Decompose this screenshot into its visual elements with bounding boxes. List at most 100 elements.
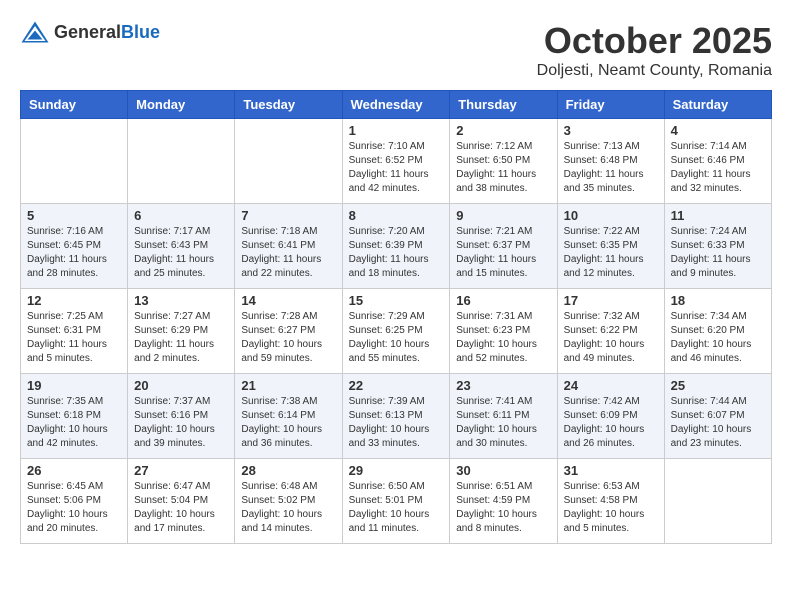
day-number: 4 bbox=[671, 123, 765, 138]
calendar-week-4: 19Sunrise: 7:35 AMSunset: 6:18 PMDayligh… bbox=[21, 374, 772, 459]
calendar-day-31: 31 Sunrise: 6:53 AMSunset: 4:58 PMDayligh… bbox=[557, 459, 664, 544]
calendar-week-2: 5 Sunrise: 7:16 AMSunset: 6:45 PMDaylight… bbox=[21, 204, 772, 289]
calendar-day-23: 23 Sunrise: 7:41 AMSunset: 6:11 PMDayligh… bbox=[450, 374, 557, 459]
day-info: Sunrise: 7:16 AMSunset: 6:45 PMDaylight:… bbox=[27, 225, 121, 281]
day-number: 17 bbox=[564, 293, 658, 308]
day-info: Sunrise: 7:18 AMSunset: 6:41 PMDaylight:… bbox=[241, 225, 335, 281]
calendar-day-18: 18Sunrise: 7:34 AMSunset: 6:20 PMDayligh… bbox=[664, 289, 771, 374]
day-info: Sunrise: 7:27 AMSunset: 6:29 PMDaylight:… bbox=[134, 310, 228, 366]
day-info: Sunrise: 7:44 AMSunset: 6:07 PMDaylight:… bbox=[671, 395, 765, 451]
day-info: Sunrise: 7:37 AMSunset: 6:16 PMDaylight:… bbox=[134, 395, 228, 451]
header-tuesday: Tuesday bbox=[235, 91, 342, 119]
logo-icon bbox=[20, 20, 50, 44]
calendar-day-6: 6 Sunrise: 7:17 AMSunset: 6:43 PMDaylight… bbox=[128, 204, 235, 289]
calendar-day-20: 20Sunrise: 7:37 AMSunset: 6:16 PMDayligh… bbox=[128, 374, 235, 459]
day-number: 22 bbox=[349, 378, 444, 393]
calendar-day-12: 12 Sunrise: 7:25 AMSunset: 6:31 PMDayligh… bbox=[21, 289, 128, 374]
day-number: 8 bbox=[349, 208, 444, 223]
day-info: Sunrise: 7:14 AMSunset: 6:46 PMDaylight:… bbox=[671, 140, 765, 196]
calendar-day-25: 25 Sunrise: 7:44 AMSunset: 6:07 PMDayligh… bbox=[664, 374, 771, 459]
day-info: Sunrise: 7:25 AMSunset: 6:31 PMDaylight:… bbox=[27, 310, 121, 366]
day-number: 11 bbox=[671, 208, 765, 223]
calendar-day-9: 9 Sunrise: 7:21 AMSunset: 6:37 PMDaylight… bbox=[450, 204, 557, 289]
calendar-day-29: 29 Sunrise: 6:50 AMSunset: 5:01 PMDayligh… bbox=[342, 459, 450, 544]
empty-cell bbox=[235, 119, 342, 204]
day-number: 2 bbox=[456, 123, 550, 138]
calendar-day-17: 17 Sunrise: 7:32 AMSunset: 6:22 PMDayligh… bbox=[557, 289, 664, 374]
day-number: 31 bbox=[564, 463, 658, 478]
day-number: 14 bbox=[241, 293, 335, 308]
empty-cell bbox=[128, 119, 235, 204]
day-info: Sunrise: 6:51 AMSunset: 4:59 PMDaylight:… bbox=[456, 480, 550, 536]
day-info: Sunrise: 7:41 AMSunset: 6:11 PMDaylight:… bbox=[456, 395, 550, 451]
day-number: 3 bbox=[564, 123, 658, 138]
day-info: Sunrise: 7:22 AMSunset: 6:35 PMDaylight:… bbox=[564, 225, 658, 281]
day-info: Sunrise: 7:10 AMSunset: 6:52 PMDaylight:… bbox=[349, 140, 444, 196]
day-number: 5 bbox=[27, 208, 121, 223]
day-number: 13 bbox=[134, 293, 228, 308]
header-saturday: Saturday bbox=[664, 91, 771, 119]
day-info: Sunrise: 7:38 AMSunset: 6:14 PMDaylight:… bbox=[241, 395, 335, 451]
location-title: Doljesti, Neamt County, Romania bbox=[537, 62, 772, 80]
day-info: Sunrise: 7:32 AMSunset: 6:22 PMDaylight:… bbox=[564, 310, 658, 366]
day-number: 21 bbox=[241, 378, 335, 393]
calendar-day-30: 30 Sunrise: 6:51 AMSunset: 4:59 PMDayligh… bbox=[450, 459, 557, 544]
day-number: 23 bbox=[456, 378, 550, 393]
title-block: October 2025 Doljesti, Neamt County, Rom… bbox=[537, 20, 772, 80]
month-title: October 2025 bbox=[537, 20, 772, 62]
header-friday: Friday bbox=[557, 91, 664, 119]
header-sunday: Sunday bbox=[21, 91, 128, 119]
day-info: Sunrise: 6:53 AMSunset: 4:58 PMDaylight:… bbox=[564, 480, 658, 536]
day-info: Sunrise: 6:50 AMSunset: 5:01 PMDaylight:… bbox=[349, 480, 444, 536]
calendar-day-8: 8 Sunrise: 7:20 AMSunset: 6:39 PMDaylight… bbox=[342, 204, 450, 289]
calendar-day-4: 4 Sunrise: 7:14 AMSunset: 6:46 PMDaylight… bbox=[664, 119, 771, 204]
calendar-week-3: 12 Sunrise: 7:25 AMSunset: 6:31 PMDayligh… bbox=[21, 289, 772, 374]
day-info: Sunrise: 7:24 AMSunset: 6:33 PMDaylight:… bbox=[671, 225, 765, 281]
calendar-day-22: 22 Sunrise: 7:39 AMSunset: 6:13 PMDayligh… bbox=[342, 374, 450, 459]
empty-cell bbox=[21, 119, 128, 204]
calendar-day-13: 13 Sunrise: 7:27 AMSunset: 6:29 PMDayligh… bbox=[128, 289, 235, 374]
day-info: Sunrise: 6:45 AMSunset: 5:06 PMDaylight:… bbox=[27, 480, 121, 536]
day-number: 1 bbox=[349, 123, 444, 138]
day-info: Sunrise: 7:13 AMSunset: 6:48 PMDaylight:… bbox=[564, 140, 658, 196]
day-number: 6 bbox=[134, 208, 228, 223]
header-thursday: Thursday bbox=[450, 91, 557, 119]
calendar-day-27: 27Sunrise: 6:47 AMSunset: 5:04 PMDayligh… bbox=[128, 459, 235, 544]
logo-general: General bbox=[54, 22, 121, 42]
day-number: 28 bbox=[241, 463, 335, 478]
day-info: Sunrise: 7:20 AMSunset: 6:39 PMDaylight:… bbox=[349, 225, 444, 281]
calendar-day-3: 3 Sunrise: 7:13 AMSunset: 6:48 PMDaylight… bbox=[557, 119, 664, 204]
day-info: Sunrise: 7:34 AMSunset: 6:20 PMDaylight:… bbox=[671, 310, 765, 366]
calendar-day-7: 7 Sunrise: 7:18 AMSunset: 6:41 PMDaylight… bbox=[235, 204, 342, 289]
day-number: 10 bbox=[564, 208, 658, 223]
calendar-table: SundayMondayTuesdayWednesdayThursdayFrid… bbox=[20, 90, 772, 544]
day-info: Sunrise: 6:48 AMSunset: 5:02 PMDaylight:… bbox=[241, 480, 335, 536]
day-info: Sunrise: 7:21 AMSunset: 6:37 PMDaylight:… bbox=[456, 225, 550, 281]
day-number: 24 bbox=[564, 378, 658, 393]
day-number: 25 bbox=[671, 378, 765, 393]
day-info: Sunrise: 6:47 AMSunset: 5:04 PMDaylight:… bbox=[134, 480, 228, 536]
day-info: Sunrise: 7:39 AMSunset: 6:13 PMDaylight:… bbox=[349, 395, 444, 451]
calendar-day-10: 10 Sunrise: 7:22 AMSunset: 6:35 PMDayligh… bbox=[557, 204, 664, 289]
empty-cell bbox=[664, 459, 771, 544]
day-number: 19 bbox=[27, 378, 121, 393]
day-info: Sunrise: 7:17 AMSunset: 6:43 PMDaylight:… bbox=[134, 225, 228, 281]
calendar-header-row: SundayMondayTuesdayWednesdayThursdayFrid… bbox=[21, 91, 772, 119]
day-number: 29 bbox=[349, 463, 444, 478]
day-number: 9 bbox=[456, 208, 550, 223]
page-header: GeneralBlue October 2025 Doljesti, Neamt… bbox=[20, 20, 772, 80]
calendar-day-28: 28 Sunrise: 6:48 AMSunset: 5:02 PMDayligh… bbox=[235, 459, 342, 544]
day-number: 12 bbox=[27, 293, 121, 308]
logo: GeneralBlue bbox=[20, 20, 160, 44]
day-info: Sunrise: 7:12 AMSunset: 6:50 PMDaylight:… bbox=[456, 140, 550, 196]
day-number: 7 bbox=[241, 208, 335, 223]
calendar-day-19: 19Sunrise: 7:35 AMSunset: 6:18 PMDayligh… bbox=[21, 374, 128, 459]
calendar-day-14: 14Sunrise: 7:28 AMSunset: 6:27 PMDayligh… bbox=[235, 289, 342, 374]
calendar-day-26: 26Sunrise: 6:45 AMSunset: 5:06 PMDayligh… bbox=[21, 459, 128, 544]
calendar-day-1: 1 Sunrise: 7:10 AMSunset: 6:52 PMDaylight… bbox=[342, 119, 450, 204]
calendar-day-21: 21 Sunrise: 7:38 AMSunset: 6:14 PMDayligh… bbox=[235, 374, 342, 459]
day-number: 15 bbox=[349, 293, 444, 308]
calendar-day-15: 15Sunrise: 7:29 AMSunset: 6:25 PMDayligh… bbox=[342, 289, 450, 374]
calendar-day-5: 5 Sunrise: 7:16 AMSunset: 6:45 PMDaylight… bbox=[21, 204, 128, 289]
day-number: 30 bbox=[456, 463, 550, 478]
